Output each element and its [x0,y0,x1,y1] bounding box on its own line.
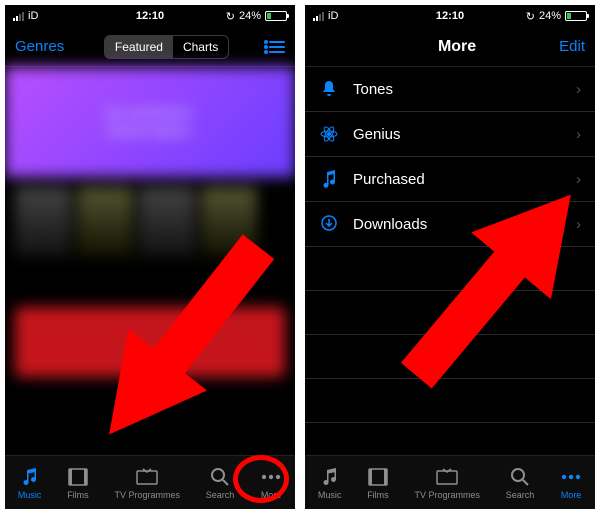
phone-left: iD 12:10 ↻ 24% Genres Featured Charts No… [5,5,295,509]
segmented-control[interactable]: Featured Charts [104,35,229,59]
chevron-right-icon: › [576,81,581,98]
film-icon [68,466,88,488]
chevron-right-icon: › [576,171,581,188]
edit-button[interactable]: Edit [559,38,585,55]
nav-bar: More Edit [305,27,595,67]
battery-icon [565,11,587,21]
tab-tv[interactable]: TV Programmes [114,466,180,500]
chevron-right-icon: › [576,126,581,143]
tab-more[interactable]: More [560,466,582,500]
promo-card[interactable] [15,307,285,377]
row-downloads[interactable]: Downloads › [305,202,595,247]
bell-icon [319,80,339,98]
album-thumb[interactable] [201,187,257,257]
nav-bar: Genres Featured Charts [5,27,295,67]
tv-icon [436,466,458,488]
tab-tv[interactable]: TV Programmes [414,466,480,500]
row-purchased[interactable]: Purchased › [305,157,595,202]
album-thumb[interactable] [139,187,195,257]
download-icon [319,215,339,233]
status-bar: iD 12:10 ↻ 24% [305,5,595,27]
store-content-blurred: No commitment. Cancel anytime. [5,67,295,377]
row-label: Purchased [353,171,425,188]
search-icon [510,466,530,488]
album-thumb[interactable] [77,187,133,257]
banner-line1: No commitment. [106,106,193,120]
tab-bar: Music Films TV Programmes Search More [305,455,595,509]
promo-banner[interactable]: No commitment. Cancel anytime. [5,67,295,177]
film-icon [368,466,388,488]
row-tones[interactable]: Tones › [305,67,595,112]
clock: 12:10 [305,10,595,22]
banner-line2: Cancel anytime. [107,124,193,138]
atom-icon [319,125,339,143]
music-note-icon [20,466,40,488]
row-label: Tones [353,81,393,98]
purchased-icon [319,170,339,188]
phone-right: iD 12:10 ↻ 24% More Edit Tones › Genius … [305,5,595,509]
empty-row [305,335,595,379]
row-label: Downloads [353,216,427,233]
row-genius[interactable]: Genius › [305,112,595,157]
tab-search[interactable]: Search [206,466,235,500]
chevron-right-icon: › [576,216,581,233]
page-title: More [438,38,476,56]
more-list: Tones › Genius › Purchased › Downloads › [305,67,595,423]
battery-icon [265,11,287,21]
seg-charts[interactable]: Charts [173,36,228,58]
seg-featured[interactable]: Featured [105,36,173,58]
tv-icon [136,466,158,488]
more-dots-icon [260,466,282,488]
list-view-icon[interactable] [269,41,285,53]
album-thumb[interactable] [15,187,71,257]
tab-films[interactable]: Films [67,466,89,500]
tab-music[interactable]: Music [318,466,342,500]
clock: 12:10 [5,10,295,22]
empty-row [305,291,595,335]
search-icon [210,466,230,488]
tab-search[interactable]: Search [506,466,535,500]
genres-button[interactable]: Genres [15,38,64,55]
music-note-icon [320,466,340,488]
empty-row [305,379,595,423]
status-bar: iD 12:10 ↻ 24% [5,5,295,27]
more-dots-icon [560,466,582,488]
tab-films[interactable]: Films [367,466,389,500]
tab-more[interactable]: More [260,466,282,500]
tab-bar: Music Films TV Programmes Search More [5,455,295,509]
empty-row [305,247,595,291]
tab-music[interactable]: Music [18,466,42,500]
row-label: Genius [353,126,401,143]
